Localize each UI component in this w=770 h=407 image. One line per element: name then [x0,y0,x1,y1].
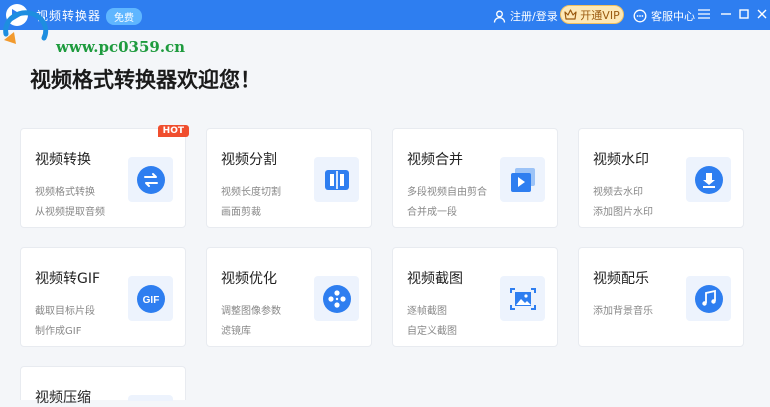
menu-icon [698,9,710,19]
split-icon [314,157,359,202]
film-reel-icon [314,276,359,321]
service-center-button[interactable]: 客服中心 [633,8,695,24]
card-desc: 从视频提取音频 [35,207,105,218]
card-title: 视频转GIF [35,271,101,287]
card-desc: 视频格式转换 [35,187,95,198]
card-title: 视频压缩 [35,390,91,406]
menu-button[interactable] [696,6,712,22]
version-badge: 免费 [106,8,142,25]
hot-badge: HOT [157,125,189,137]
card-desc: 截取目标片段 [35,306,95,317]
card-video-watermark[interactable]: 视频水印 视频去水印 添加图片水印 [578,128,744,228]
title-bar: 视频转换器 免费 注册/登录 开通VIP 客服中心 [0,0,770,30]
crown-icon [564,9,577,20]
merge-icon [500,157,545,202]
vip-button[interactable]: 开通VIP [560,5,624,24]
card-desc: 逐帧截图 [407,306,447,317]
card-title: 视频配乐 [593,271,649,287]
card-desc: 合并成一段 [407,207,457,218]
convert-icon [128,157,173,202]
card-title: 视频水印 [593,152,649,168]
card-video-convert[interactable]: 视频转换 视频格式转换 从视频提取音频 HOT [20,125,189,228]
welcome-heading: 视频格式转换器欢迎您！ [30,68,261,92]
card-desc: 滤镜库 [221,326,251,337]
login-label: 注册/登录 [510,10,558,23]
card-title: 视频优化 [221,271,277,287]
card-video-split[interactable]: 视频分割 视频长度切割 画面剪裁 [206,128,372,228]
card-video-compress[interactable]: 视频压缩 [20,366,186,406]
card-video-to-gif[interactable]: 视频转GIF 截取目标片段 制作成GIF GIF [20,247,186,347]
watermark-text: www.pc0359.cn [56,38,186,56]
card-desc: 视频长度切割 [221,187,281,198]
card-video-screenshot[interactable]: 视频截图 逐帧截图 自定义截图 [392,247,558,347]
card-title: 视频合并 [407,152,463,168]
card-desc: 画面剪裁 [221,207,261,218]
minimize-button[interactable] [718,6,734,22]
card-title: 视频截图 [407,271,463,287]
maximize-button[interactable] [736,6,752,22]
watermark-logo-icon [3,10,49,44]
card-video-music[interactable]: 视频配乐 添加背景音乐 [578,247,744,347]
compress-icon [128,395,173,401]
card-video-merge[interactable]: 视频合并 多段视频自由剪合 合并成一段 [392,128,558,228]
chat-icon [633,9,647,23]
gif-icon: GIF [128,276,173,321]
service-label: 客服中心 [651,10,695,23]
gif-icon-text: GIF [142,295,159,306]
card-title: 视频分割 [221,152,277,168]
card-video-optimize[interactable]: 视频优化 调整图像参数 滤镜库 [206,247,372,347]
card-title: 视频转换 [35,152,91,168]
watermark-icon [686,157,731,202]
login-button[interactable]: 注册/登录 [493,8,558,24]
card-desc: 多段视频自由剪合 [407,187,487,198]
maximize-icon [739,9,749,19]
card-desc: 添加背景音乐 [593,306,653,317]
card-desc: 视频去水印 [593,187,643,198]
minimize-icon [721,13,731,15]
vip-label: 开通VIP [580,8,620,22]
close-button[interactable] [754,6,770,22]
card-desc: 自定义截图 [407,326,457,337]
user-icon [493,10,506,23]
card-desc: 添加图片水印 [593,207,653,218]
screenshot-icon [500,276,545,321]
card-desc: 调整图像参数 [221,306,281,317]
close-icon [757,9,767,19]
card-desc: 制作成GIF [35,326,82,337]
music-icon [686,276,731,321]
